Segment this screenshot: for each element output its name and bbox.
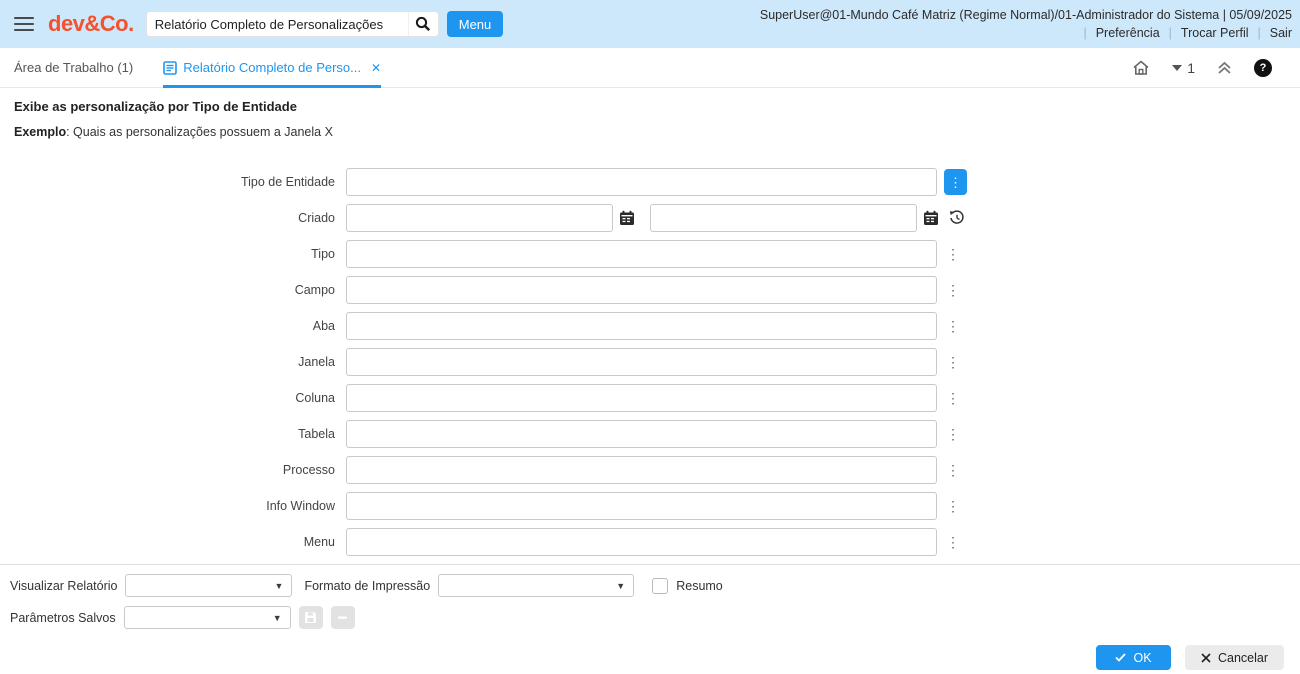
tipo-de-entidade-input[interactable]	[346, 168, 937, 196]
global-search-box	[145, 11, 439, 37]
lookup-more-icon[interactable]: ⋮	[946, 319, 960, 333]
field-label-menu: Menu	[303, 535, 335, 549]
campo-input[interactable]	[346, 276, 937, 304]
delete-params-button[interactable]	[330, 606, 355, 629]
view-report-dropdown[interactable]: ▼	[125, 574, 293, 597]
field-label-tabela: Tabela	[298, 427, 335, 441]
field-label-processo: Processo	[282, 463, 335, 477]
collapse-header-icon[interactable]	[1217, 61, 1232, 75]
processo-input[interactable]	[346, 456, 937, 484]
tabela-input[interactable]	[346, 420, 937, 448]
field-label-aba: Aba	[312, 319, 335, 333]
caret-down-icon: ▼	[272, 612, 282, 623]
tipo-input[interactable]	[346, 240, 937, 268]
menu-input[interactable]	[346, 528, 937, 556]
process-description: Exibe as personalização por Tipo de Enti…	[14, 99, 297, 114]
aba-input[interactable]	[346, 312, 937, 340]
tab-report-personalizations[interactable]: Relatório Completo de Perso... ✕	[163, 48, 382, 88]
field-label-coluna: Coluna	[295, 391, 335, 405]
info-window-input[interactable]	[346, 492, 937, 520]
saved-params-label: Parâmetros Salvos	[10, 610, 116, 625]
close-tab-icon[interactable]: ✕	[371, 61, 381, 75]
form-row: Tabela ⋮	[14, 420, 1286, 448]
field-label-criado: Criado	[298, 211, 335, 225]
lookup-more-icon[interactable]: ⋮	[946, 535, 960, 549]
action-bar: OK Cancelar	[0, 638, 1300, 670]
caret-down-icon: ▼	[616, 580, 626, 591]
janela-input[interactable]	[346, 348, 937, 376]
form-row: Janela ⋮	[14, 348, 1286, 376]
save-icon	[305, 612, 317, 623]
desktop-number: 1	[1187, 59, 1195, 76]
history-icon[interactable]	[949, 210, 965, 226]
print-format-dropdown[interactable]: ▼	[438, 574, 635, 597]
lookup-more-icon[interactable]: ⋮	[946, 283, 960, 297]
process-example: Exemplo: Quais as personalizações possue…	[14, 125, 333, 139]
check-icon	[1115, 653, 1127, 662]
saved-params-dropdown[interactable]: ▼	[123, 606, 291, 629]
criado-date-from-input[interactable]	[346, 204, 613, 232]
preferences-link[interactable]: Preferência	[1096, 26, 1160, 40]
search-input[interactable]	[146, 16, 408, 32]
hamburger-menu-icon[interactable]	[14, 16, 34, 32]
form-row: Processo ⋮	[14, 456, 1286, 484]
process-dialog: Exibe as personalização por Tipo de Enti…	[0, 99, 1300, 556]
view-report-label: Visualizar Relatório	[10, 578, 118, 593]
logout-link[interactable]: Sair	[1270, 26, 1292, 40]
lookup-more-icon[interactable]: ⋮	[946, 427, 960, 441]
form-row: Tipo de Entidade ⋮	[14, 168, 1286, 196]
form-row: Criado	[14, 204, 1286, 232]
calendar-icon[interactable]	[923, 210, 939, 226]
field-label-tipo: Tipo	[311, 247, 335, 261]
criado-date-to-input[interactable]	[650, 204, 917, 232]
form-row: Campo ⋮	[14, 276, 1286, 304]
lookup-more-icon[interactable]: ⋮	[946, 463, 960, 477]
user-session-info: SuperUser@01-Mundo Café Matriz (Regime N…	[759, 8, 1292, 22]
x-icon	[1201, 652, 1211, 663]
field-label-info-window: Info Window	[266, 499, 335, 513]
lookup-more-icon[interactable]: ⋮	[944, 169, 967, 195]
change-role-link[interactable]: Trocar Perfil	[1181, 26, 1249, 40]
tab-workspace[interactable]: Área de Trabalho (1)	[14, 48, 133, 88]
help-icon[interactable]: ?	[1254, 58, 1272, 77]
tab-bar: Área de Trabalho (1) Relatório Completo …	[0, 48, 1300, 88]
header-links: | Preferência | Trocar Perfil | Sair	[1083, 26, 1292, 40]
lookup-more-icon[interactable]: ⋮	[946, 247, 960, 261]
lookup-more-icon[interactable]: ⋮	[946, 391, 960, 405]
header-bar: dev&Co. Menu SuperUser@01-Mundo Café Mat…	[0, 0, 1300, 48]
app-logo: dev&Co.	[48, 11, 134, 36]
lookup-more-icon[interactable]: ⋮	[946, 355, 960, 369]
form-row: Tipo ⋮	[14, 240, 1286, 268]
form-row: Info Window ⋮	[14, 492, 1286, 520]
field-label-janela: Janela	[298, 355, 335, 369]
summary-label: Resumo	[676, 578, 723, 593]
search-icon[interactable]	[407, 12, 438, 36]
caret-down-icon	[1172, 64, 1183, 71]
form-row: Coluna ⋮	[14, 384, 1286, 412]
tab-label: Relatório Completo de Perso...	[183, 60, 361, 75]
summary-checkbox[interactable]	[652, 577, 669, 594]
cancel-button[interactable]: Cancelar	[1185, 645, 1284, 670]
home-icon[interactable]	[1132, 59, 1150, 77]
caret-down-icon: ▼	[274, 580, 284, 591]
report-icon	[163, 60, 178, 75]
field-label-tipo-de-entidade: Tipo de Entidade	[240, 175, 335, 189]
desktop-selector[interactable]: 1	[1172, 60, 1195, 76]
form-row: Menu ⋮	[14, 528, 1286, 556]
menu-button[interactable]: Menu	[446, 11, 504, 37]
coluna-input[interactable]	[346, 384, 937, 412]
lookup-more-icon[interactable]: ⋮	[946, 499, 960, 513]
save-params-button[interactable]	[298, 606, 323, 629]
field-label-campo: Campo	[294, 283, 335, 297]
ok-button[interactable]: OK	[1096, 645, 1171, 670]
form-row: Aba ⋮	[14, 312, 1286, 340]
minus-icon	[338, 616, 348, 619]
print-format-label: Formato de Impressão	[304, 578, 431, 593]
calendar-icon[interactable]	[619, 210, 635, 226]
parameter-form: Tipo de Entidade ⋮ Criado Tipo ⋮ Campo ⋮ Aba ⋮ Ja…	[14, 168, 1286, 556]
report-controls: Visualizar Relatório ▼ Formato de Impres…	[0, 564, 1300, 629]
